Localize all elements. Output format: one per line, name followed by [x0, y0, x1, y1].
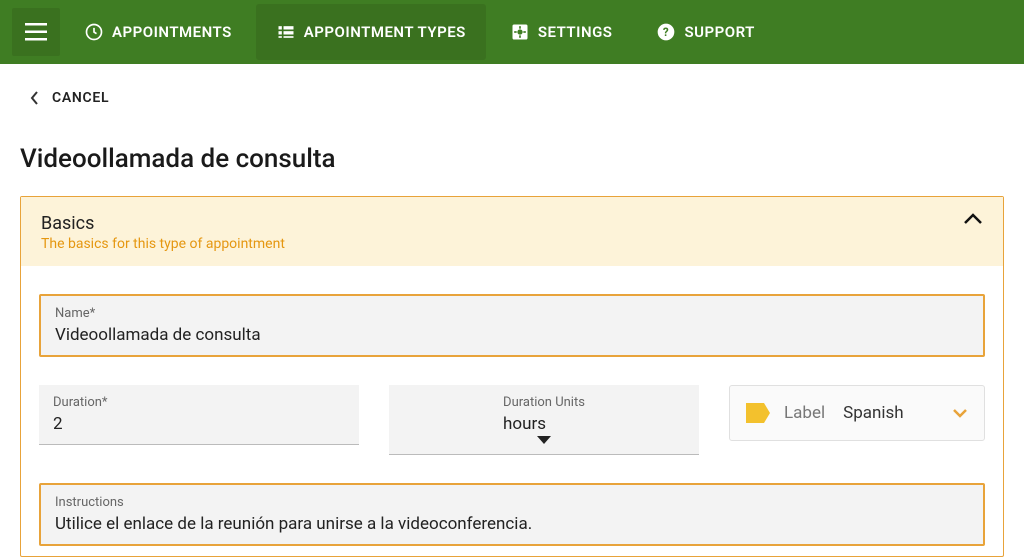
name-field[interactable]: Name* [39, 294, 985, 357]
label-select[interactable]: Label Spanish [729, 385, 985, 441]
instructions-input[interactable] [55, 512, 969, 534]
chevron-left-icon [30, 91, 40, 105]
nav-support-label: SUPPORT [684, 23, 754, 41]
nav-appointment-types[interactable]: APPOINTMENT TYPES [256, 4, 486, 60]
dropdown-arrow-icon [537, 436, 551, 444]
content: CANCEL Videoollamada de consulta Basics … [0, 64, 1024, 557]
nav-settings[interactable]: SETTINGS [490, 4, 633, 60]
basics-panel-header[interactable]: Basics The basics for this type of appoi… [21, 197, 1003, 266]
duration-input[interactable] [53, 412, 345, 434]
duration-label: Duration* [53, 395, 345, 410]
help-icon: ? [656, 22, 676, 42]
basics-panel-body: Name* Duration* Duration Units hours [21, 266, 1003, 556]
chevron-down-icon [952, 408, 968, 418]
hamburger-icon [25, 23, 47, 41]
nav-settings-label: SETTINGS [538, 23, 613, 41]
nav-appointments[interactable]: APPOINTMENTS [64, 4, 252, 60]
nav-support[interactable]: ? SUPPORT [636, 4, 774, 60]
menu-button[interactable] [12, 8, 60, 56]
svg-text:?: ? [663, 25, 669, 39]
basics-title: Basics [41, 213, 285, 234]
tag-icon [746, 403, 770, 423]
cancel-label: CANCEL [52, 90, 109, 106]
nav-appointment-types-label: APPOINTMENT TYPES [304, 23, 466, 41]
label-word: Label [784, 403, 825, 423]
duration-field[interactable]: Duration* [39, 385, 359, 445]
basics-panel: Basics The basics for this type of appoi… [20, 196, 1004, 557]
gear-icon [510, 22, 530, 42]
duration-units-value: hours [503, 412, 585, 434]
instructions-field[interactable]: Instructions [39, 483, 985, 546]
basics-subtitle: The basics for this type of appointment [41, 236, 285, 252]
list-icon [276, 22, 296, 42]
name-label: Name* [55, 306, 969, 321]
chevron-up-icon [963, 213, 983, 225]
topbar: APPOINTMENTS APPOINTMENT TYPES SETTINGS … [0, 0, 1024, 64]
name-input[interactable] [55, 323, 969, 345]
label-value: Spanish [843, 403, 938, 423]
page-title: Videoollamada de consulta [20, 144, 1004, 174]
clock-icon [84, 22, 104, 42]
cancel-button[interactable]: CANCEL [20, 84, 1004, 116]
duration-units-label: Duration Units [503, 395, 585, 410]
nav-appointments-label: APPOINTMENTS [112, 23, 232, 41]
instructions-label: Instructions [55, 495, 969, 510]
duration-units-select[interactable]: Duration Units hours [389, 385, 699, 455]
